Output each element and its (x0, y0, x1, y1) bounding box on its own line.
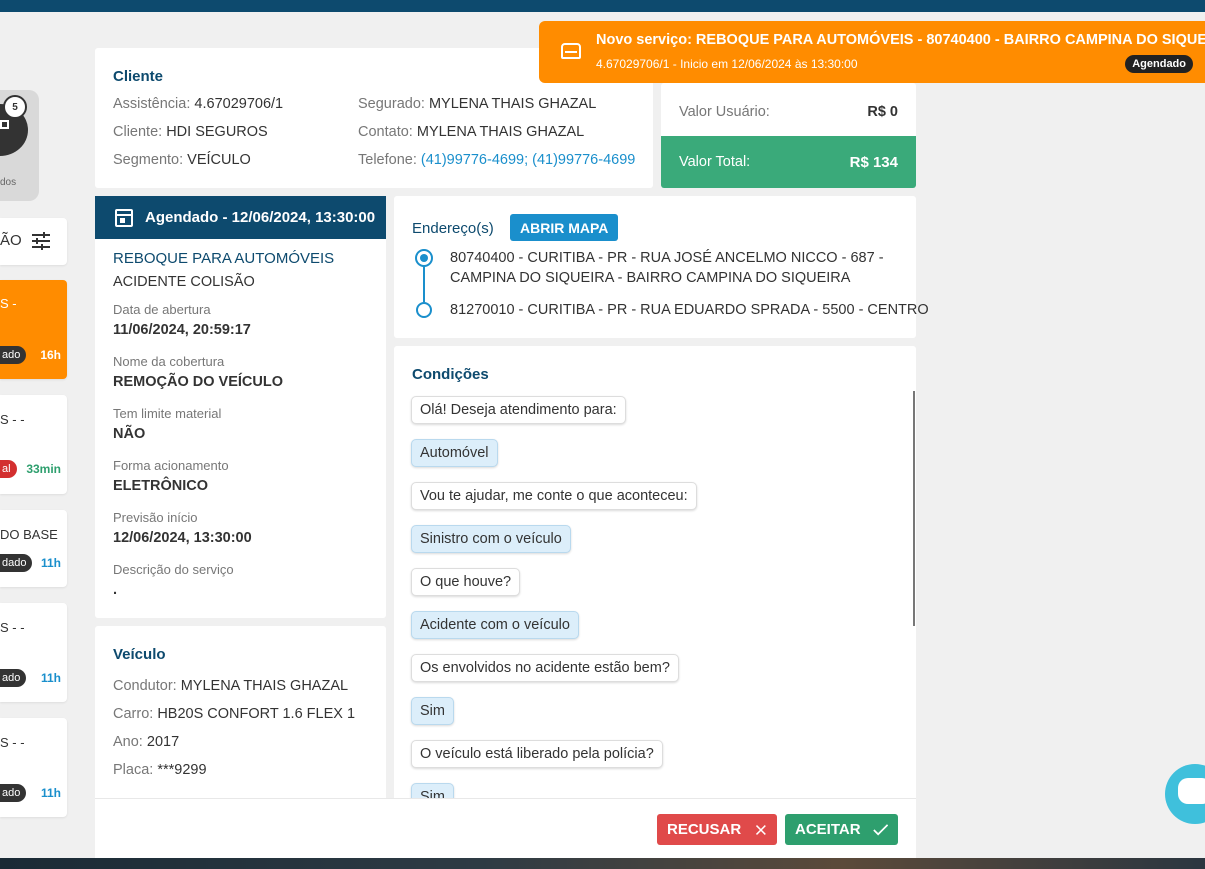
field-label: Nome da cobertura (113, 354, 225, 369)
elapsed-time: 11h (40, 556, 61, 570)
contact-field: Contato: MYLENA THAIS GHAZAL (358, 124, 585, 140)
total-value-bar: Valor Total: R$ 134 (661, 136, 916, 188)
service-card-text: DO BASE (0, 527, 58, 542)
service-name: REBOQUE PARA AUTOMÓVEIS (113, 250, 335, 267)
client-heading: Cliente (113, 68, 164, 85)
service-card-text: S - - (0, 620, 25, 635)
total-value: R$ 134 (849, 154, 898, 171)
assistance-field: Assistência: 4.67029706/1 (113, 96, 284, 112)
question-bubble: Olá! Deseja atendimento para: (411, 396, 626, 424)
answer-bubble: Automóvel (411, 439, 498, 467)
origin-address: 80740400 - CURITIBA - PR - RUA JOSÉ ANCE… (450, 250, 884, 286)
address-heading: Endereço(s) (412, 220, 494, 237)
route-icon (415, 249, 433, 318)
service-card[interactable]: S - ado 16h (0, 280, 67, 379)
filter-bar[interactable]: ÃO (0, 218, 67, 265)
calendar-icon (115, 208, 133, 227)
client-field: Cliente: HDI SEGUROS (113, 124, 268, 140)
service-card[interactable]: DO BASE dado 11h (0, 510, 67, 587)
filter-caption: dos (0, 177, 17, 188)
field-value: ELETRÔNICO (113, 478, 209, 494)
field-value: REMOÇÃO DO VEÍCULO (113, 374, 283, 390)
total-value-label: Valor Total: (679, 154, 751, 170)
answer-bubble: Acidente com o veículo (411, 611, 579, 639)
elapsed-time: 11h (40, 786, 61, 800)
question-bubble: Vou te ajudar, me conte o que aconteceu: (411, 482, 697, 510)
field-label: Forma acionamento (113, 458, 229, 473)
answer-bubble: Sinistro com o veículo (411, 525, 571, 553)
bottom-bar (0, 858, 1205, 869)
schedule-panel: REBOQUE PARA AUTOMÓVEIS ACIDENTE COLISÃO… (95, 239, 386, 618)
elapsed-time: 33min (26, 462, 61, 476)
segment-field: Segmento: VEÍCULO (113, 152, 251, 168)
values-panel: Valor Usuário: R$ 0 Valor Total: R$ 134 (661, 83, 916, 188)
answer-bubble: Sim (411, 783, 454, 798)
insured-field: Segurado: MYLENA THAIS GHAZAL (358, 96, 597, 112)
toast-subtitle: 4.67029706/1 - Inicio em 12/06/2024 às 1… (596, 57, 858, 71)
car-icon (561, 43, 581, 59)
service-card[interactable]: S - - ado 11h (0, 718, 67, 817)
field-value: NÃO (113, 426, 146, 442)
destination-address: 81270010 - CURITIBA - PR - RUA EDUARDO S… (450, 302, 929, 318)
address-panel: Endereço(s) ABRIR MAPA 80740400 - CURITI… (394, 196, 929, 338)
elapsed-time: 11h (40, 671, 61, 685)
service-card[interactable]: S - - al 33min (0, 395, 67, 494)
field-value: 11/06/2024, 20:59:17 (113, 322, 251, 338)
elapsed-time: 16h (40, 348, 61, 362)
status-pill: dado (0, 554, 33, 572)
service-card[interactable]: S - - ado 11h (0, 603, 67, 702)
status-pill: al (0, 460, 17, 478)
close-icon (756, 824, 767, 835)
field-value: . (113, 582, 118, 598)
check-icon (872, 823, 888, 836)
vehicle-panel: Veículo Condutor: MYLENA THAIS GHAZAL Ca… (95, 626, 386, 798)
driver-field: Condutor: MYLENA THAIS GHAZAL (113, 678, 349, 694)
field-label: Previsão início (113, 510, 198, 525)
question-bubble: O que houve? (411, 568, 521, 596)
question-bubble: O veículo está liberado pela polícia? (411, 740, 663, 768)
status-pill: ado (0, 346, 27, 364)
filter-count-badge: 5 (3, 95, 27, 119)
year-field: Ano: 2017 (113, 734, 180, 750)
field-label: Data de abertura (113, 302, 211, 317)
status-badge: Agendado (1125, 55, 1193, 73)
user-value-label: Valor Usuário: (679, 104, 770, 120)
grid-icon (0, 120, 9, 129)
status-pill: ado (0, 669, 27, 687)
question-bubble: Os envolvidos no acidente estão bem? (411, 654, 679, 682)
chat-button[interactable] (1165, 764, 1205, 824)
field-label: Tem limite material (113, 406, 222, 421)
phone-field: Telefone: (41)99776-4699; (41)99776-4699 (358, 152, 636, 168)
chat-viewport: Olá! Deseja atendimento para: Automóvel … (394, 346, 916, 798)
answer-bubble: Sim (411, 697, 454, 725)
status-pill: ado (0, 784, 27, 802)
new-service-toast[interactable]: Novo serviço: REBOQUE PARA AUTOMÓVEIS - … (539, 21, 1205, 83)
schedule-header: Agendado - 12/06/2024, 13:30:00 (95, 196, 386, 239)
service-reason: ACIDENTE COLISÃO (113, 274, 255, 290)
accept-button[interactable]: ACEITAR (785, 814, 898, 845)
sliders-icon[interactable] (31, 232, 51, 250)
phone-link[interactable]: (41)99776-4699; (41)99776-4699 (421, 152, 635, 168)
vehicle-heading: Veículo (113, 646, 166, 663)
filter-label: ÃO (0, 232, 22, 249)
refuse-button[interactable]: RECUSAR (657, 814, 777, 845)
service-card-text: S - (0, 296, 17, 311)
open-map-button[interactable]: ABRIR MAPA (510, 214, 619, 241)
service-card-text: S - - (0, 735, 25, 750)
chat-bubble-icon (1178, 778, 1205, 804)
toast-title: Novo serviço: REBOQUE PARA AUTOMÓVEIS - … (596, 32, 1205, 48)
plate-field: Placa: ***9299 (113, 762, 207, 778)
field-label: Descrição do serviço (113, 562, 234, 577)
field-value: 12/06/2024, 13:30:00 (113, 530, 252, 546)
car-field: Carro: HB20S CONFORT 1.6 FLEX 1 (113, 706, 356, 722)
user-value: R$ 0 (867, 104, 898, 120)
top-bar (0, 0, 1205, 12)
service-card-text: S - - (0, 412, 25, 427)
